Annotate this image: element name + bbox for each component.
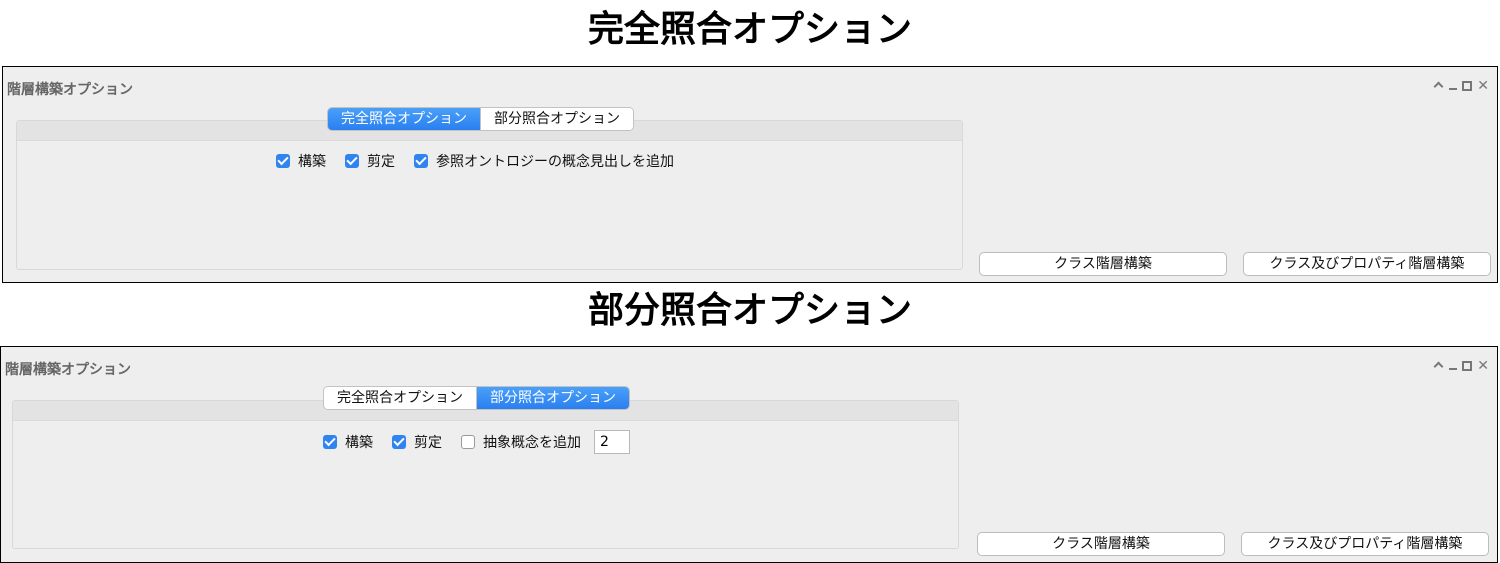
restore-icon[interactable]: [1433, 81, 1444, 91]
option-prune-label: 剪定: [414, 435, 442, 451]
window-controls: ✕: [1433, 79, 1489, 93]
exact-match-heading: 完全照合オプション: [587, 9, 912, 50]
checkbox-checked-icon[interactable]: [345, 154, 359, 168]
option-add-abstract-concepts[interactable]: 抽象概念を追加: [461, 432, 581, 452]
minimize-icon[interactable]: [1449, 82, 1458, 90]
tab-partial-match[interactable]: 部分照合オプション: [476, 387, 629, 409]
option-add-abstract-concepts-label: 抽象概念を追加: [483, 435, 581, 451]
option-construct[interactable]: 構築: [323, 432, 373, 452]
window-title: 階層構築オプション: [7, 82, 133, 98]
match-mode-tabs: 完全照合オプション 部分照合オプション: [327, 107, 634, 131]
option-row: 構築 剪定 抽象概念を追加: [323, 430, 630, 454]
hierarchy-options-window-exact: 階層構築オプション ✕ 完全照合オプション 部分照合オプション 構築 剪定 参照…: [2, 66, 1498, 283]
match-mode-tabs: 完全照合オプション 部分照合オプション: [323, 386, 630, 410]
checkbox-checked-icon[interactable]: [323, 435, 337, 449]
minimize-icon[interactable]: [1449, 362, 1458, 370]
maximize-icon[interactable]: [1462, 81, 1473, 91]
close-icon[interactable]: ✕: [1477, 359, 1489, 373]
build-class-hierarchy-button[interactable]: クラス階層構築: [977, 532, 1225, 556]
option-add-concept-headings-label: 参照オントロジーの概念見出しを追加: [436, 154, 674, 170]
options-panel: [16, 120, 963, 270]
checkbox-unchecked-icon[interactable]: [461, 435, 475, 449]
option-prune-label: 剪定: [367, 154, 395, 170]
option-construct-label: 構築: [345, 435, 373, 451]
checkbox-checked-icon[interactable]: [392, 435, 406, 449]
abstract-level-input[interactable]: [594, 430, 630, 454]
build-class-property-hierarchy-button[interactable]: クラス及びプロパティ階層構築: [1243, 252, 1491, 276]
close-icon[interactable]: ✕: [1477, 79, 1489, 93]
option-construct-label: 構築: [298, 154, 326, 170]
checkbox-checked-icon[interactable]: [414, 154, 428, 168]
tab-partial-match[interactable]: 部分照合オプション: [480, 108, 633, 130]
options-panel: [12, 400, 959, 549]
partial-match-heading: 部分照合オプション: [587, 290, 912, 331]
option-prune[interactable]: 剪定: [392, 432, 442, 452]
tab-exact-match[interactable]: 完全照合オプション: [328, 108, 480, 130]
option-add-concept-headings[interactable]: 参照オントロジーの概念見出しを追加: [414, 151, 674, 171]
checkbox-checked-icon[interactable]: [276, 154, 290, 168]
option-prune[interactable]: 剪定: [345, 151, 395, 171]
window-title: 階層構築オプション: [5, 362, 131, 378]
restore-icon[interactable]: [1433, 361, 1444, 371]
maximize-icon[interactable]: [1462, 361, 1473, 371]
window-controls: ✕: [1433, 359, 1489, 373]
build-class-hierarchy-button[interactable]: クラス階層構築: [979, 252, 1227, 276]
option-construct[interactable]: 構築: [276, 151, 326, 171]
option-row: 構築 剪定 参照オントロジーの概念見出しを追加: [276, 151, 693, 171]
build-class-property-hierarchy-button[interactable]: クラス及びプロパティ階層構築: [1241, 532, 1489, 556]
hierarchy-options-window-partial: 階層構築オプション ✕ 完全照合オプション 部分照合オプション 構築 剪定 抽象…: [0, 346, 1498, 563]
tab-exact-match[interactable]: 完全照合オプション: [324, 387, 476, 409]
